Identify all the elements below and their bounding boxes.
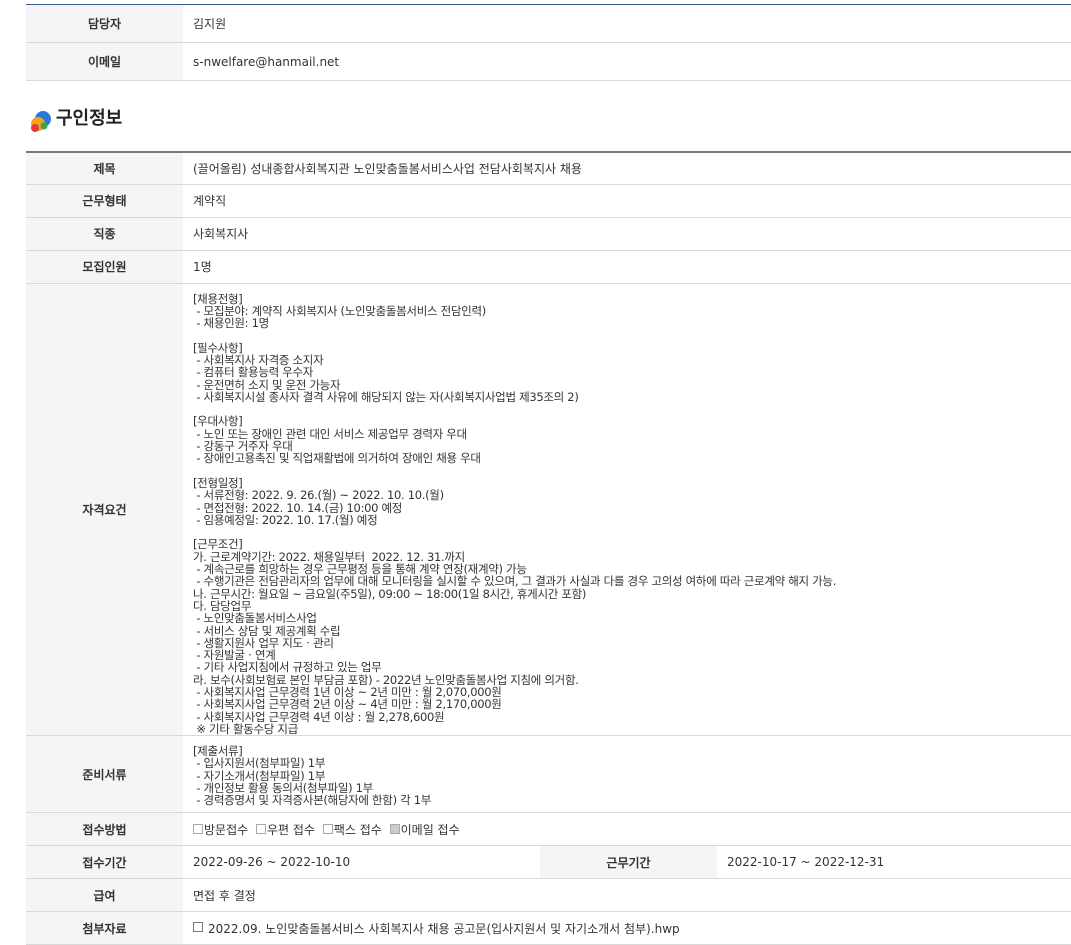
contact-table: 담당자 김지원 이메일 s-nwelfare@hanmail.net — [26, 4, 1071, 81]
method-checkbox-1[interactable] — [256, 824, 266, 835]
period-label: 접수기간 — [26, 845, 183, 880]
manager-row: 담당자 김지원 — [26, 4, 1071, 43]
method-option-label: 방문접수 — [204, 822, 249, 837]
period-row: 접수기간 2022-09-26 ~ 2022-10-10 근무기간 2022-1… — [26, 845, 1071, 880]
salary-label: 급여 — [26, 878, 183, 913]
method-option-label: 이메일 접수 — [400, 822, 460, 837]
file-icon — [193, 921, 203, 932]
title-label: 제목 — [26, 152, 183, 185]
occupation-value: 사회복지사 — [183, 217, 1071, 251]
headcount-value: 1명 — [183, 250, 1071, 284]
employment-type-label: 근무형태 — [26, 184, 183, 218]
attachment-link[interactable]: 2022.09. 노인맞춤돌봄서비스 사회복지사 채용 공고문(입사지원서 및 … — [208, 922, 680, 936]
headcount-row: 모집인원 1명 — [26, 250, 1071, 284]
occupation-label: 직종 — [26, 217, 183, 251]
email-row: 이메일 s-nwelfare@hanmail.net — [26, 42, 1071, 81]
method-row: 접수방법 방문접수 우편 접수 팩스 접수 이메일 접수 — [26, 812, 1071, 847]
documents-label: 준비서류 — [26, 735, 183, 814]
method-options: 방문접수 우편 접수 팩스 접수 이메일 접수 — [183, 812, 1071, 847]
email-value: s-nwelfare@hanmail.net — [183, 42, 1071, 81]
title-value: (끌어올림) 성내종합사회복지관 노인맞춤돌봄서비스사업 전담사회복지사 채용 — [183, 152, 1071, 185]
method-checkbox-0[interactable] — [193, 824, 203, 835]
attachment-row: 첨부자료 2022.09. 노인맞춤돌봄서비스 사회복지사 채용 공고문(입사지… — [26, 911, 1071, 945]
salary-row: 급여 면접 후 결정 — [26, 878, 1071, 913]
method-checkbox-2[interactable] — [322, 824, 333, 835]
method-option[interactable]: 팩스 접수 — [322, 822, 382, 837]
email-label: 이메일 — [26, 42, 183, 81]
section-logo-icon — [31, 111, 51, 132]
documents-row: 준비서류 [제출서류] - 입사지원서(첨부파일) 1부 - 자기소개서(첨부파… — [26, 735, 1071, 814]
title-row: 제목 (끌어올림) 성내종합사회복지관 노인맞춤돌봄서비스사업 전담사회복지사 … — [26, 152, 1071, 185]
work-period-label: 근무기간 — [540, 845, 717, 880]
qualification-value: [채용전형] - 모집분야: 계약직 사회복지사 (노인맞춤돌봄서비스 전담인력… — [193, 291, 837, 736]
method-option[interactable]: 우편 접수 — [256, 823, 315, 837]
method-checkbox-3[interactable] — [389, 824, 400, 835]
manager-value: 김지원 — [183, 4, 1071, 43]
qualification-row: 자격요건 [채용전형] - 모집분야: 계약직 사회복지사 (노인맞춤돌봄서비스… — [26, 283, 1071, 737]
salary-value: 면접 후 결정 — [183, 878, 1071, 913]
job-posting-detail: 담당자 김지원 이메일 s-nwelfare@hanmail.net 구인정보 … — [26, 4, 1071, 945]
method-option[interactable]: 이메일 접수 — [389, 822, 460, 837]
section-header: 구인정보 — [26, 81, 1071, 151]
occupation-row: 직종 사회복지사 — [26, 217, 1071, 251]
documents-value: [제출서류] - 입사지원서(첨부파일) 1부 - 자기소개서(첨부파일) 1부… — [193, 744, 432, 808]
method-option-label: 우편 접수 — [267, 822, 315, 837]
method-label: 접수방법 — [26, 812, 183, 847]
headcount-label: 모집인원 — [26, 250, 183, 284]
method-option-label: 팩스 접수 — [333, 822, 382, 837]
attachment-label: 첨부자료 — [26, 911, 183, 945]
qualification-label: 자격요건 — [26, 283, 183, 737]
work-period-value: 2022-10-17 ~ 2022-12-31 — [717, 845, 1071, 880]
section-title: 구인정보 — [56, 108, 123, 129]
employment-type-row: 근무형태 계약직 — [26, 184, 1071, 218]
method-option[interactable]: 방문접수 — [193, 823, 248, 837]
manager-label: 담당자 — [26, 4, 183, 43]
period-value: 2022-09-26 ~ 2022-10-10 — [183, 845, 540, 880]
employment-type-value: 계약직 — [183, 184, 1071, 218]
job-info-table: 제목 (끌어올림) 성내종합사회복지관 노인맞춤돌봄서비스사업 전담사회복지사 … — [26, 151, 1071, 945]
